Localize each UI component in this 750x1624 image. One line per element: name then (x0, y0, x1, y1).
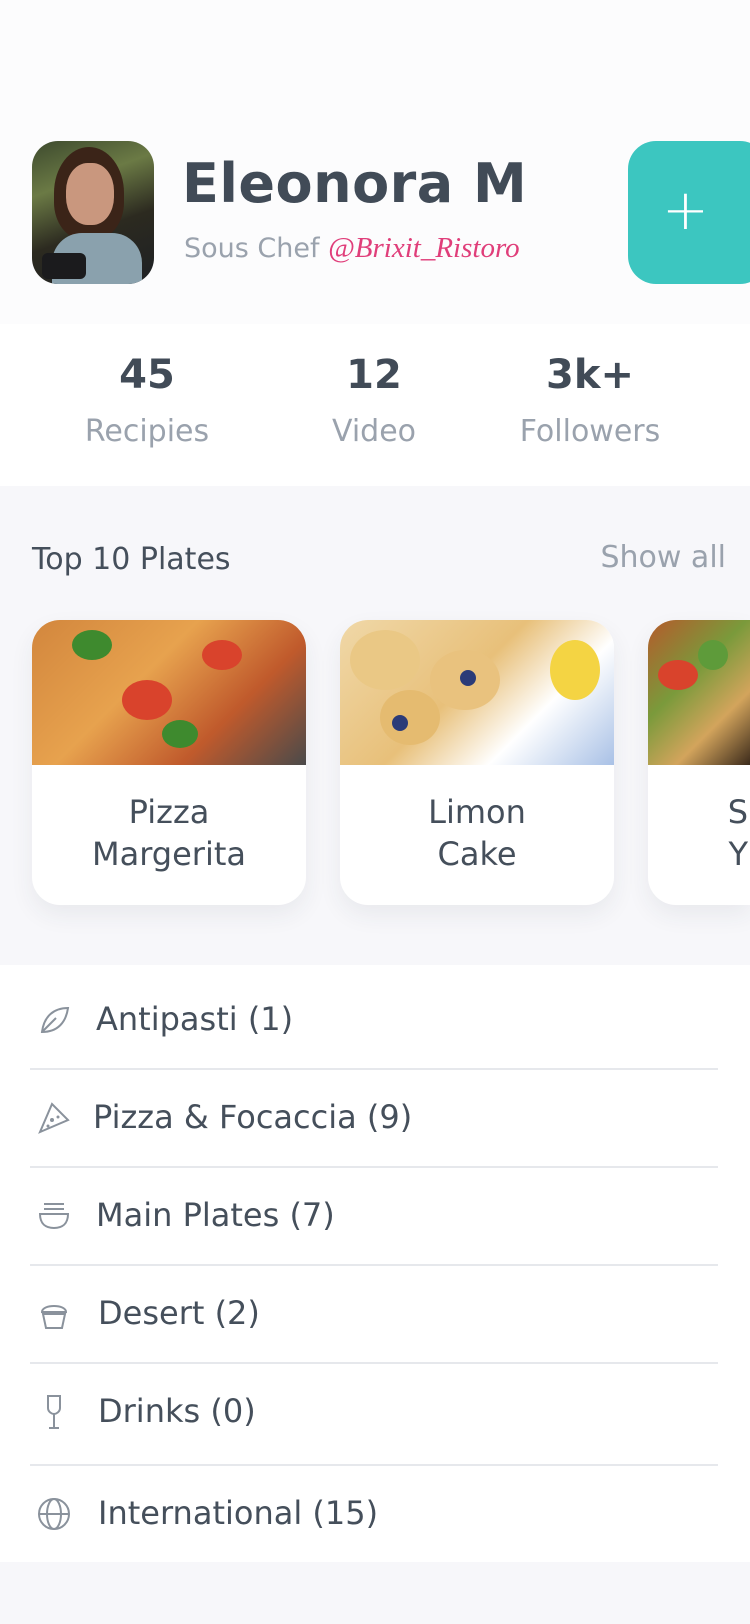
stat-label: Followers (519, 414, 661, 449)
plate-caption: S Y (648, 791, 750, 875)
plate-card-partial[interactable]: S Y (648, 620, 750, 905)
plate-image (32, 620, 306, 765)
category-item-desert[interactable]: Desert (2) (30, 1264, 718, 1364)
category-item-antipasti[interactable]: Antipasti (1) (30, 970, 718, 1070)
profile-role: Sous Chef (184, 233, 320, 264)
wine-glass-icon (47, 1395, 61, 1429)
category-item-international[interactable]: International (15) (30, 1464, 718, 1562)
plate-image (340, 620, 614, 765)
pizza-slice-icon (38, 1102, 70, 1134)
plate-caption-line: Margerita (91, 835, 246, 873)
stat-value: 45 (119, 352, 175, 398)
avatar[interactable] (32, 141, 154, 284)
category-item-main-plates[interactable]: Main Plates (7) (30, 1166, 718, 1266)
plate-caption: Limon Cake (340, 791, 614, 875)
plate-caption: Pizza Margerita (32, 791, 306, 875)
plate-caption-line: Cake (437, 835, 517, 873)
profile-subtitle: Sous Chef @Brixit_Ristoro (184, 232, 520, 265)
category-item-drinks[interactable]: Drinks (0) (30, 1362, 718, 1466)
cupcake-icon (40, 1305, 68, 1329)
stat-value: 12 (346, 352, 402, 398)
category-label: Drinks (0) (98, 1392, 256, 1430)
bowl-icon (38, 1203, 70, 1230)
add-recipe-button[interactable]: + (628, 141, 750, 284)
category-label: Main Plates (7) (96, 1196, 335, 1234)
globe-icon (38, 1498, 70, 1530)
plate-caption-line: S (727, 793, 748, 831)
category-label: Pizza & Focaccia (9) (93, 1098, 413, 1136)
plate-image (648, 620, 750, 765)
plate-card-limon-cake[interactable]: Limon Cake (340, 620, 614, 905)
stat-video[interactable]: 12 Video (274, 352, 474, 449)
category-item-pizza-focaccia[interactable]: Pizza & Focaccia (9) (30, 1068, 718, 1168)
profile-name: Eleonora M (182, 152, 528, 215)
top-plates-title: Top 10 Plates (32, 542, 231, 577)
stat-recipies[interactable]: 45 Recipies (47, 352, 247, 449)
plate-caption-line: Limon (428, 793, 526, 831)
stat-label: Recipies (84, 414, 210, 449)
profile-handle[interactable]: @Brixit_Ristoro (328, 232, 520, 264)
category-label: Desert (2) (98, 1294, 260, 1332)
show-all-link[interactable]: Show all (600, 540, 726, 575)
stat-label: Video (331, 414, 417, 449)
plus-icon: + (662, 178, 709, 243)
stat-followers[interactable]: 3k+ Followers (490, 352, 690, 449)
category-label: International (15) (98, 1494, 379, 1532)
stat-value: 3k+ (546, 352, 634, 398)
plate-caption-line: Pizza (128, 793, 210, 831)
category-label: Antipasti (1) (96, 1000, 294, 1038)
plate-card-pizza-margerita[interactable]: Pizza Margerita (32, 620, 306, 905)
plate-caption-line: Y (728, 835, 748, 873)
leaf-icon (40, 1006, 70, 1034)
